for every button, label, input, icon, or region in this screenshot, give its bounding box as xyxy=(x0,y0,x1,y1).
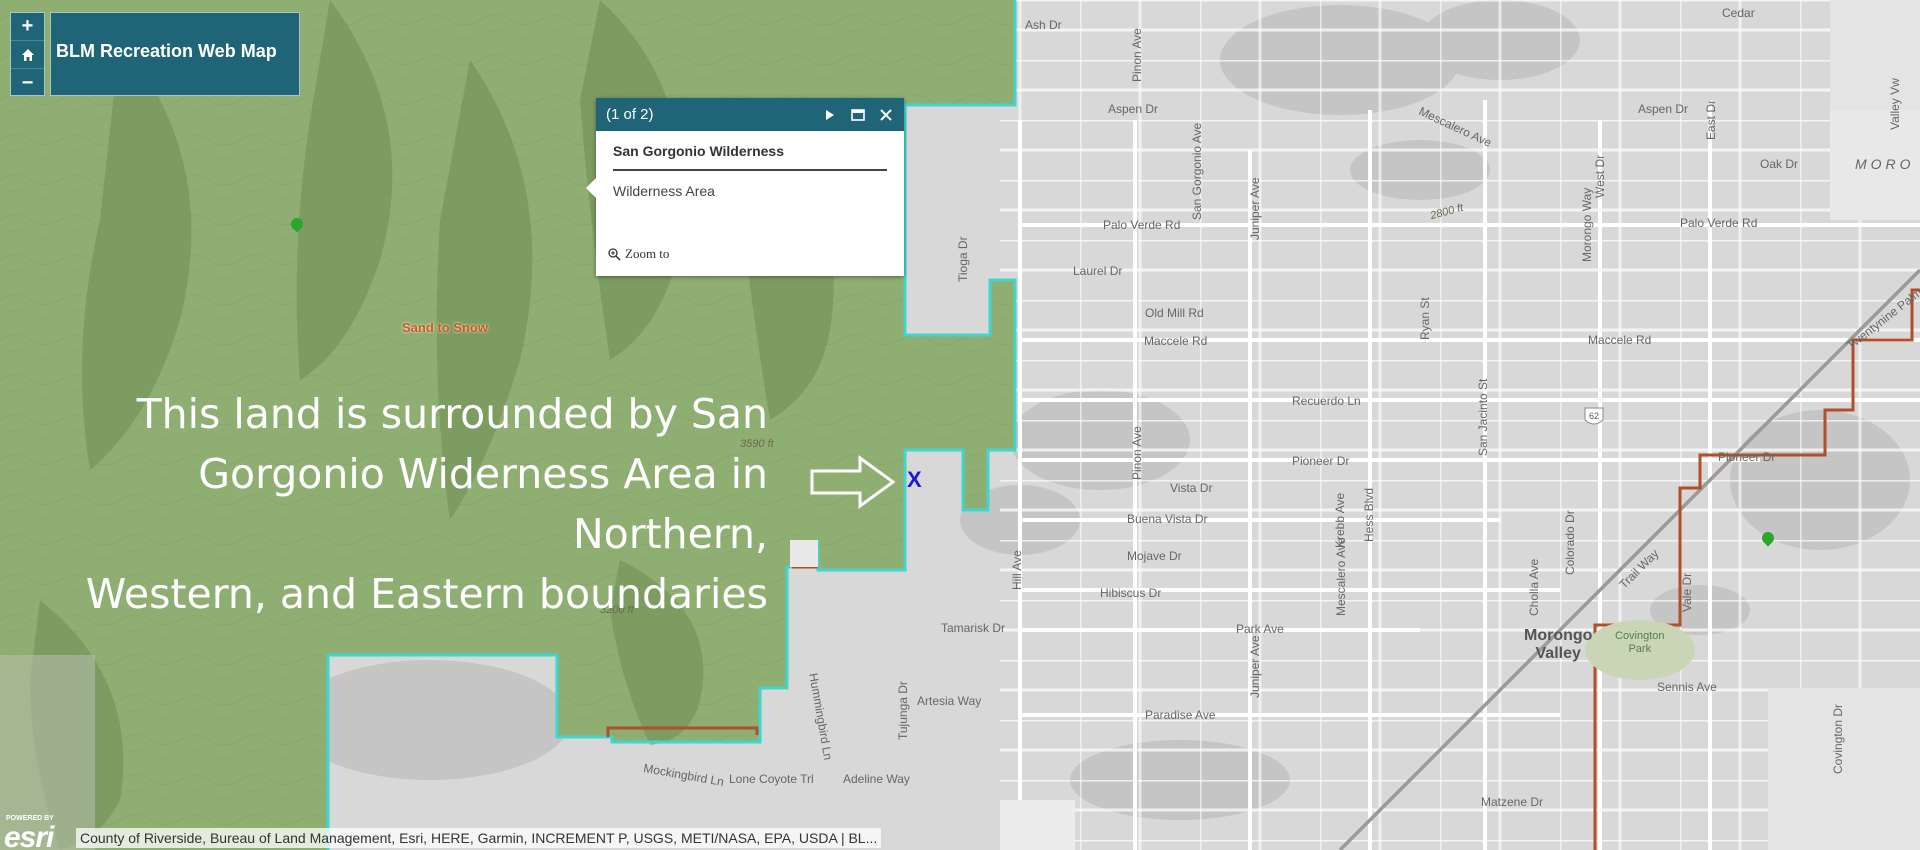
popup-header: (1 of 2) xyxy=(596,98,904,131)
street-label: Vista Dr xyxy=(1170,481,1213,495)
annotation-line: This land is surrounded by San xyxy=(136,390,768,438)
next-arrow-icon[interactable] xyxy=(822,107,838,123)
street-label: Artesia Way xyxy=(917,694,982,708)
place-label: Morongo Valley xyxy=(1524,627,1593,662)
street-label: Juniper Ave xyxy=(1248,635,1262,699)
street-label: Adeline Way xyxy=(843,772,910,786)
close-icon[interactable] xyxy=(878,107,894,123)
street-label: Matzene Dr xyxy=(1481,795,1544,809)
street-label: Buena Vista Dr xyxy=(1127,512,1208,526)
street-label: Pinon Ave xyxy=(1130,426,1144,480)
street-label: Hill Ave xyxy=(1010,550,1024,590)
annotation-arrow-icon xyxy=(810,455,896,509)
street-label: Covington Dr xyxy=(1831,703,1845,774)
popup-count: (1 of 2) xyxy=(606,106,654,123)
street-label: Vale Dr xyxy=(1680,572,1694,612)
street-label: Park Ave xyxy=(1236,622,1284,636)
street-label: Recuerdo Ln xyxy=(1292,394,1361,408)
street-label: Cedar xyxy=(1722,6,1755,20)
street-label: Ryan St xyxy=(1418,297,1432,340)
street-label: Tamarisk Dr xyxy=(941,621,1006,635)
popup-description: Wilderness Area xyxy=(613,183,715,199)
zoom-out-button[interactable]: − xyxy=(11,69,44,97)
street-label: Valley Vw xyxy=(1888,78,1902,130)
magnifier-icon xyxy=(608,247,621,261)
park-label: Covington Park xyxy=(1615,630,1665,655)
street-label: Juniper Ave xyxy=(1248,177,1262,241)
home-icon xyxy=(21,48,34,61)
attribution-bar: POWERED BY esri County of Riverside, Bur… xyxy=(0,815,940,850)
street-label: Pioneer Dr xyxy=(1292,454,1350,468)
maximize-icon[interactable] xyxy=(850,107,866,123)
street-label: Maccele Rd xyxy=(1588,333,1652,347)
trail-label: Sand to Snow xyxy=(402,320,488,335)
street-label: Tujunga Dr xyxy=(896,681,910,740)
street-label: Lone Coyote Trl xyxy=(729,772,814,786)
esri-logo: POWERED BY esri xyxy=(0,813,76,850)
place-label: MORO xyxy=(1855,156,1915,172)
esri-name: esri xyxy=(4,821,54,850)
street-label: Laurel Dr xyxy=(1073,264,1123,278)
street-label: Aspen Dr xyxy=(1638,102,1689,116)
street-label: Oak Dr xyxy=(1760,157,1799,171)
street-label: Hibiscus Dr xyxy=(1100,586,1162,600)
street-label: Cholla Ave xyxy=(1527,558,1541,616)
annotation-text: This land is surrounded by San Gorgonio … xyxy=(8,384,768,624)
annotation-line: Gorgonio Widerness Area in Northern, xyxy=(198,450,768,558)
street-label: San Jacinto St xyxy=(1476,378,1490,456)
street-label: Colorado Dr xyxy=(1563,510,1577,575)
street-label: Palo Verde Rd xyxy=(1680,216,1758,230)
zoom-controls: + − xyxy=(10,12,45,96)
app-title: BLM Recreation Web Map xyxy=(56,41,277,61)
street-label: Mojave Dr xyxy=(1127,549,1182,563)
street-label: Old Mill Rd xyxy=(1145,306,1204,320)
route-shield-label: 62 xyxy=(1589,411,1599,421)
location-mark: X xyxy=(907,467,922,492)
home-button[interactable] xyxy=(11,41,44,69)
zoom-to-link[interactable]: Zoom to xyxy=(608,246,669,262)
street-label: Tioga Dr xyxy=(956,236,970,282)
zoom-in-button[interactable]: + xyxy=(11,13,44,41)
attribution-text[interactable]: County of Riverside, Bureau of Land Mana… xyxy=(76,828,882,848)
street-label: Mescalero Ave xyxy=(1334,537,1348,617)
app-header: BLM Recreation Web Map xyxy=(50,12,300,96)
street-label: West Dr xyxy=(1593,154,1607,198)
street-label: East Dr xyxy=(1704,99,1718,140)
annotation-line: Western, and Eastern boundaries xyxy=(85,570,768,618)
street-label: Pinon Ave xyxy=(1130,28,1144,82)
street-label: Maccele Rd xyxy=(1144,334,1208,348)
street-label: Hess Blvd xyxy=(1362,487,1376,542)
street-label: Palo Verde Rd xyxy=(1103,218,1181,232)
popup-title: San Gorgonio Wilderness xyxy=(613,143,887,171)
street-label: Morongo Way xyxy=(1580,187,1594,262)
feature-popup: (1 of 2) San Gorgonio Wilderness Wildern… xyxy=(586,98,904,276)
street-label: Sennis Ave xyxy=(1657,680,1717,694)
street-label: Ash Dr xyxy=(1025,18,1062,32)
street-label: Pioneer Dr xyxy=(1718,450,1776,464)
zoom-to-label: Zoom to xyxy=(625,246,670,261)
street-label: San Gorgonio Ave xyxy=(1190,122,1204,220)
street-label: Aspen Dr xyxy=(1108,102,1159,116)
street-label: Paradise Ave xyxy=(1145,708,1216,722)
